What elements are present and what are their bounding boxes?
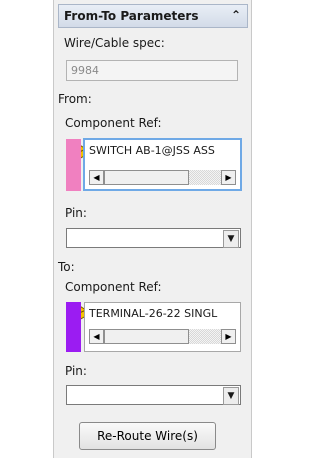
scroll-thumb[interactable] [104, 170, 189, 185]
to-component-ref-list[interactable]: TERMINAL-26-22 SINGL ◀ ▶ [84, 302, 241, 352]
to-label: To: [58, 260, 75, 274]
dropdown-arrow-icon[interactable]: ▼ [223, 387, 239, 405]
to-component-ref-value[interactable]: TERMINAL-26-22 SINGL [89, 307, 238, 320]
arrow-left-icon[interactable]: ◀ [89, 170, 104, 185]
wire-spec-value: 9984 [71, 64, 99, 77]
from-pin-dropdown[interactable]: ▼ [66, 228, 241, 248]
from-label: From: [58, 92, 92, 106]
arrow-right-icon[interactable]: ▶ [221, 329, 236, 344]
arrow-right-icon[interactable]: ▶ [221, 170, 236, 185]
double-chevron-up-icon[interactable]: ⌃ [231, 8, 241, 22]
reroute-wires-button[interactable]: Re-Route Wire(s) [79, 422, 216, 450]
to-pin-label: Pin: [65, 364, 87, 378]
from-pin-label: Pin: [65, 206, 87, 220]
from-component-ref-value[interactable]: SWITCH AB-1@JSS ASS [89, 144, 238, 157]
to-component-ref-label: Component Ref: [65, 280, 162, 294]
from-component-ref-list[interactable]: SWITCH AB-1@JSS ASS ◀ ▶ [83, 138, 242, 191]
from-color-swatch [66, 139, 81, 191]
section-title: From-To Parameters [64, 9, 199, 23]
to-color-swatch [66, 302, 81, 352]
from-horizontal-scrollbar[interactable]: ◀ ▶ [89, 170, 236, 185]
to-horizontal-scrollbar[interactable]: ◀ ▶ [89, 329, 236, 344]
wire-spec-label: Wire/Cable spec: [64, 36, 165, 50]
section-header[interactable]: From-To Parameters ⌃ [58, 4, 248, 28]
wire-spec-field: 9984 [66, 60, 238, 81]
to-pin-dropdown[interactable]: ▼ [66, 385, 241, 405]
dropdown-arrow-icon[interactable]: ▼ [223, 230, 239, 248]
arrow-left-icon[interactable]: ◀ [89, 329, 104, 344]
scroll-thumb[interactable] [104, 329, 189, 344]
from-to-parameters-panel: From-To Parameters ⌃ Wire/Cable spec: 99… [53, 0, 252, 458]
from-component-ref-label: Component Ref: [65, 116, 162, 130]
